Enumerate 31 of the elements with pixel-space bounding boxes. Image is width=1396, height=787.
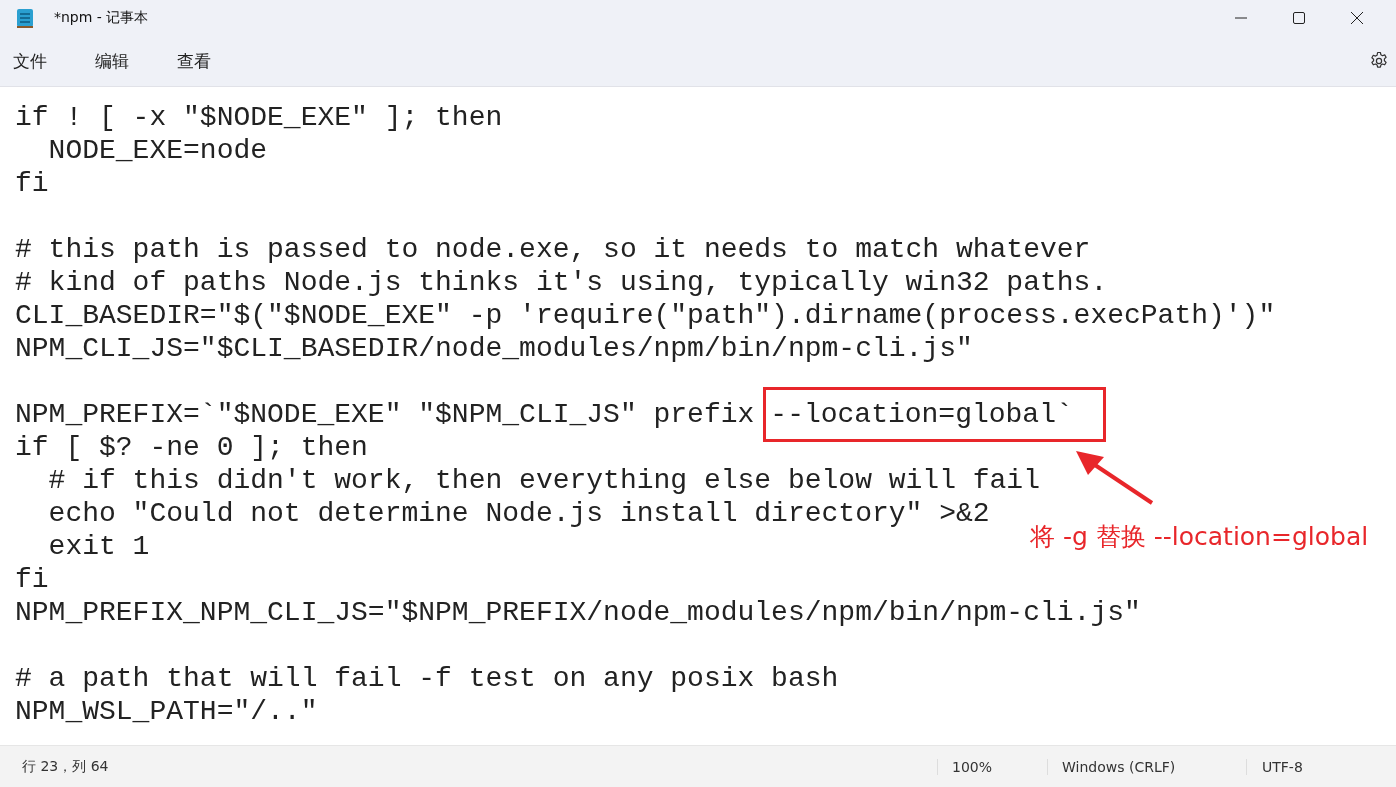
code-line: if ! [ -x "$NODE_EXE" ]; then <box>15 101 503 134</box>
code-line: NPM_PREFIX_NPM_CLI_JS="$NPM_PREFIX/node_modules/npm/bin/npm-cli.js" <box>15 596 1141 629</box>
highlighted-code: --location=global` <box>763 387 1106 442</box>
close-icon[interactable] <box>1351 12 1363 24</box>
code-line: # a path that will fail -f test on any posix bash <box>15 662 839 695</box>
code-line: echo "Could not determine Node.js install directory" >&2 <box>47 497 990 530</box>
menu-item[interactable]: 查看 <box>166 45 222 77</box>
settings-icon[interactable] <box>1369 51 1389 71</box>
code-line: CLI_BASEDIR="$("$NODE_EXE" -p 'require("path").dirname(process.execPath)')" <box>15 299 1276 332</box>
annotation-text: 将 -g 替换 --location=global <box>1030 521 1369 553</box>
code-line: fi <box>15 563 49 596</box>
notepad-icon <box>16 7 34 29</box>
encoding: UTF-8 <box>1246 758 1303 775</box>
line-ending: Windows (CRLF) <box>1047 758 1246 775</box>
zoom-level: 100% <box>937 758 1047 775</box>
code-line: NPM_WSL_PATH="/.." <box>15 695 318 728</box>
cursor-position: 行 23，列 64 <box>22 757 110 776</box>
window-title: *npm - 记事本 <box>54 9 149 27</box>
menu-item[interactable]: 编辑 <box>84 45 140 77</box>
code-line: NPM_PREFIX=`"$NODE_EXE" "$NPM_CLI_JS" prefix <box>15 398 755 431</box>
code-line: if [ $? -ne 0 ]; then <box>15 431 368 464</box>
text-editor[interactable] <box>0 87 1396 745</box>
code-line: NPM_CLI_JS="$CLI_BASEDIR/node_modules/npm/bin/npm-cli.js" <box>15 332 973 365</box>
maximize-icon[interactable] <box>1293 12 1305 24</box>
code-line: # if this didn't work, then everything else below will fail <box>47 464 1040 497</box>
code-line: # this path is passed to node.exe, so it needs to match whatever <box>15 233 1091 266</box>
code-line: NODE_EXE=node <box>47 134 268 167</box>
code-line: # kind of paths Node.js thinks it's using, typically win32 paths. <box>15 266 1108 299</box>
menu-item[interactable]: 文件 <box>2 45 58 77</box>
code-line: fi <box>15 167 49 200</box>
code-line: exit 1 <box>47 530 150 563</box>
